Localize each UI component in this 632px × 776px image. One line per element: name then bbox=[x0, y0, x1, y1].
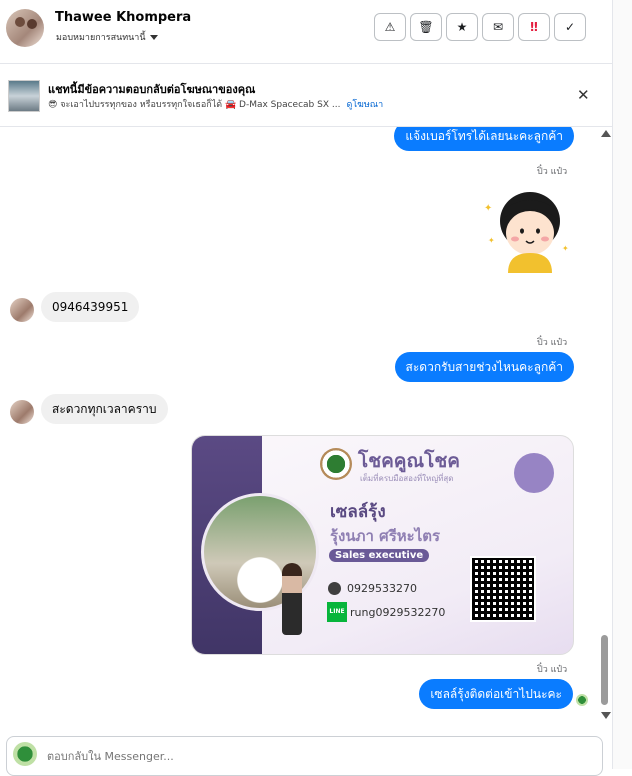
incoming-message[interactable]: สะดวกทุกเวลาคราบ bbox=[41, 394, 168, 424]
ad-caption: 😎 จะเอาไปบรรทุกของ หรือบรรทุกใจเธอก็ได้ … bbox=[48, 100, 341, 110]
card-title: เซลล์รุ้ง bbox=[330, 502, 386, 522]
trash-icon: 🗑 bbox=[418, 20, 434, 34]
follow-up-button[interactable]: ★ bbox=[446, 13, 478, 41]
sender-name: ปิ๋ว แป๋ว bbox=[537, 338, 568, 348]
card-brand-sub: เต็มที่ครบมือสองที่ใหญ่ที่สุด bbox=[360, 474, 454, 483]
brand-logo-icon bbox=[320, 448, 352, 480]
incoming-message[interactable]: 0946439951 bbox=[41, 292, 140, 322]
sticker-girl-image[interactable]: ✦ ✦ ✦ bbox=[478, 181, 574, 273]
page-avatar bbox=[13, 742, 37, 766]
close-icon[interactable]: ✕ bbox=[577, 86, 590, 104]
sender-name: ปิ๋ว แป๋ว bbox=[537, 665, 568, 675]
business-card-image[interactable]: โชคคูณโชค เต็มที่ครบมือสองที่ใหญ่ที่สุด … bbox=[191, 435, 574, 655]
important-icon: ‼ bbox=[530, 20, 538, 34]
mark-unread-button[interactable]: ✉ bbox=[482, 13, 514, 41]
ad-banner-title: แชทนี้มีข้อความตอบกลับต่อโฆษณาของคุณ bbox=[48, 83, 256, 96]
conversation-header: Thawee Khompera มอบหมายการสนทนานี้ ⚠ 🗑 ★… bbox=[0, 0, 612, 64]
svg-text:✦: ✦ bbox=[484, 203, 492, 214]
outgoing-message[interactable]: เซลล์รุ้งติดต่อเข้าไปนะคะ bbox=[419, 679, 573, 709]
card-person-name: รุ้งนภา ศรีหะไตร bbox=[330, 527, 441, 545]
card-role: Sales executive bbox=[329, 549, 430, 562]
assign-label: มอบหมายการสนทนานี้ bbox=[56, 33, 146, 43]
card-line-id: rung0929532270 bbox=[350, 606, 446, 619]
sender-name: ปิ๋ว แป๋ว bbox=[537, 167, 568, 177]
qr-code-image bbox=[470, 556, 536, 622]
reply-input[interactable] bbox=[45, 743, 589, 769]
seen-avatar bbox=[576, 694, 588, 706]
line-icon: LINE bbox=[327, 602, 347, 622]
chevron-down-icon bbox=[149, 34, 158, 40]
mail-icon: ✉ bbox=[492, 20, 504, 34]
decor-circle bbox=[514, 453, 554, 493]
contact-avatar-small[interactable] bbox=[10, 298, 34, 322]
side-panel-edge bbox=[612, 0, 632, 769]
warning-icon: ⚠ bbox=[384, 20, 396, 34]
card-phone: 0929533270 bbox=[347, 582, 417, 595]
scroll-thumb[interactable] bbox=[601, 635, 608, 705]
view-ad-link[interactable]: ดูโฆษณา bbox=[346, 100, 383, 110]
ad-thumbnail[interactable] bbox=[8, 80, 40, 112]
ad-reply-banner: แชทนี้มีข้อความตอบกลับต่อโฆษณาของคุณ 😎 จ… bbox=[0, 64, 612, 127]
contact-name[interactable]: Thawee Khompera bbox=[55, 10, 191, 25]
card-person bbox=[282, 563, 302, 635]
phone-icon bbox=[328, 582, 341, 595]
mark-done-button[interactable]: ✓ bbox=[554, 13, 586, 41]
outgoing-message[interactable]: แจ้งเบอร์โทรได้เลยนะคะลูกค้า bbox=[394, 127, 574, 151]
contact-avatar-small[interactable] bbox=[10, 400, 34, 424]
mark-spam-button[interactable]: ⚠ bbox=[374, 13, 406, 41]
mark-important-button[interactable]: ‼ bbox=[518, 13, 550, 41]
scroll-up-arrow-icon[interactable] bbox=[601, 130, 611, 137]
toolbar: ⚠ 🗑 ★ ✉ ‼ ✓ bbox=[374, 13, 586, 41]
delete-button[interactable]: 🗑 bbox=[410, 13, 442, 41]
svg-text:✦: ✦ bbox=[488, 236, 495, 245]
star-icon: ★ bbox=[456, 20, 468, 34]
contact-avatar[interactable] bbox=[6, 9, 44, 47]
check-icon: ✓ bbox=[564, 20, 576, 34]
assign-conversation-dropdown[interactable]: มอบหมายการสนทนานี้ bbox=[56, 30, 158, 44]
card-photo bbox=[201, 493, 319, 635]
ad-banner-subtitle: 😎 จะเอาไปบรรทุกของ หรือบรรทุกใจเธอก็ได้ … bbox=[48, 97, 383, 111]
thread-scrollbar[interactable] bbox=[599, 127, 611, 729]
message-composer bbox=[6, 736, 603, 776]
outgoing-message[interactable]: สะดวกรับสายช่วงไหนคะลูกค้า bbox=[394, 352, 574, 382]
svg-text:✦: ✦ bbox=[562, 244, 569, 253]
scroll-down-arrow-icon[interactable] bbox=[601, 712, 611, 719]
